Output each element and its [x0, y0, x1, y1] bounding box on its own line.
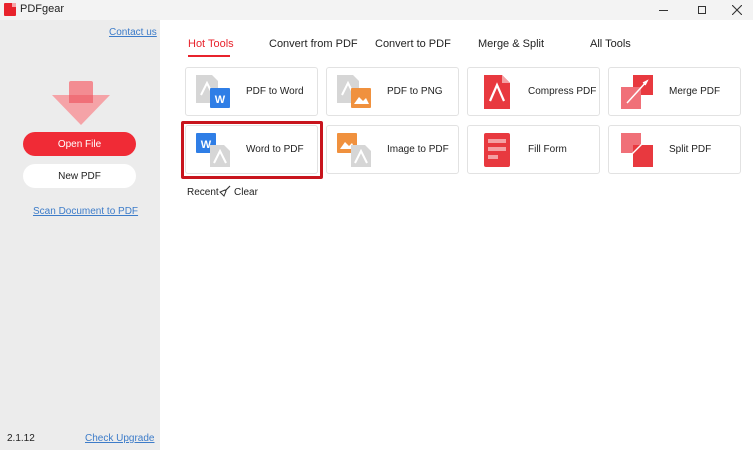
broom-icon[interactable] [219, 185, 231, 197]
tool-card-image-to-pdf[interactable]: Image to PDF [326, 125, 459, 174]
tab-convert-to-pdf[interactable]: Convert to PDF [375, 38, 451, 50]
recent-label: Recent [187, 187, 219, 198]
scan-document-link[interactable]: Scan Document to PDF [33, 206, 138, 217]
tool-card-split-pdf[interactable]: Split PDF [608, 125, 741, 174]
tool-card-compress-pdf[interactable]: Compress PDF [467, 67, 600, 116]
close-button[interactable] [719, 0, 753, 20]
tool-card-merge-pdf[interactable]: Merge PDF [608, 67, 741, 116]
minimize-icon [658, 9, 668, 11]
split-pdf-icon [621, 133, 653, 167]
app-title: PDFgear [20, 3, 65, 15]
sidebar: Contact us Open File New PDF Scan Docume… [0, 20, 160, 450]
maximize-button[interactable] [684, 0, 720, 20]
tool-label: Word to PDF [246, 144, 304, 155]
check-upgrade-link[interactable]: Check Upgrade [85, 433, 154, 444]
fill-form-icon [484, 133, 510, 167]
tool-card-fill-form[interactable]: Fill Form [467, 125, 600, 174]
tab-convert-from-pdf[interactable]: Convert from PDF [269, 38, 358, 50]
version-label: 2.1.12 [7, 433, 35, 444]
open-file-button[interactable]: Open File [23, 132, 136, 156]
active-tab-indicator [188, 55, 230, 57]
tool-card-pdf-to-word[interactable]: W PDF to Word [185, 67, 318, 116]
merge-pdf-icon [621, 75, 653, 109]
minimize-button[interactable] [645, 0, 681, 20]
tool-label: Compress PDF [528, 86, 597, 97]
tool-card-word-to-pdf[interactable]: W Word to PDF [185, 125, 318, 174]
tool-label: PDF to PNG [387, 86, 443, 97]
tool-label: Fill Form [528, 144, 567, 155]
image-to-pdf-icon [337, 133, 371, 167]
clear-button[interactable]: Clear [234, 187, 258, 198]
maximize-icon [698, 6, 706, 14]
close-icon [732, 5, 742, 15]
tab-all-tools[interactable]: All Tools [590, 38, 631, 50]
pdf-to-word-icon: W [196, 75, 230, 108]
pdfgear-logo-icon [4, 3, 16, 16]
drop-file-icon [52, 81, 110, 125]
main-panel: Hot Tools Convert from PDF Convert to PD… [160, 20, 753, 450]
contact-us-link[interactable]: Contact us [109, 27, 157, 38]
tab-merge-split[interactable]: Merge & Split [478, 38, 544, 50]
tab-hot-tools[interactable]: Hot Tools [188, 38, 234, 50]
new-pdf-button[interactable]: New PDF [23, 164, 136, 188]
tool-label: Split PDF [669, 144, 712, 155]
word-to-pdf-icon: W [196, 133, 230, 167]
compress-pdf-icon [484, 75, 510, 109]
title-bar: PDFgear [0, 0, 753, 20]
tool-label: PDF to Word [246, 86, 304, 97]
svg-text:W: W [215, 94, 226, 106]
tool-label: Image to PDF [387, 144, 449, 155]
pdf-to-png-icon [337, 75, 371, 108]
tool-label: Merge PDF [669, 86, 721, 97]
tool-card-pdf-to-png[interactable]: PDF to PNG [326, 67, 459, 116]
